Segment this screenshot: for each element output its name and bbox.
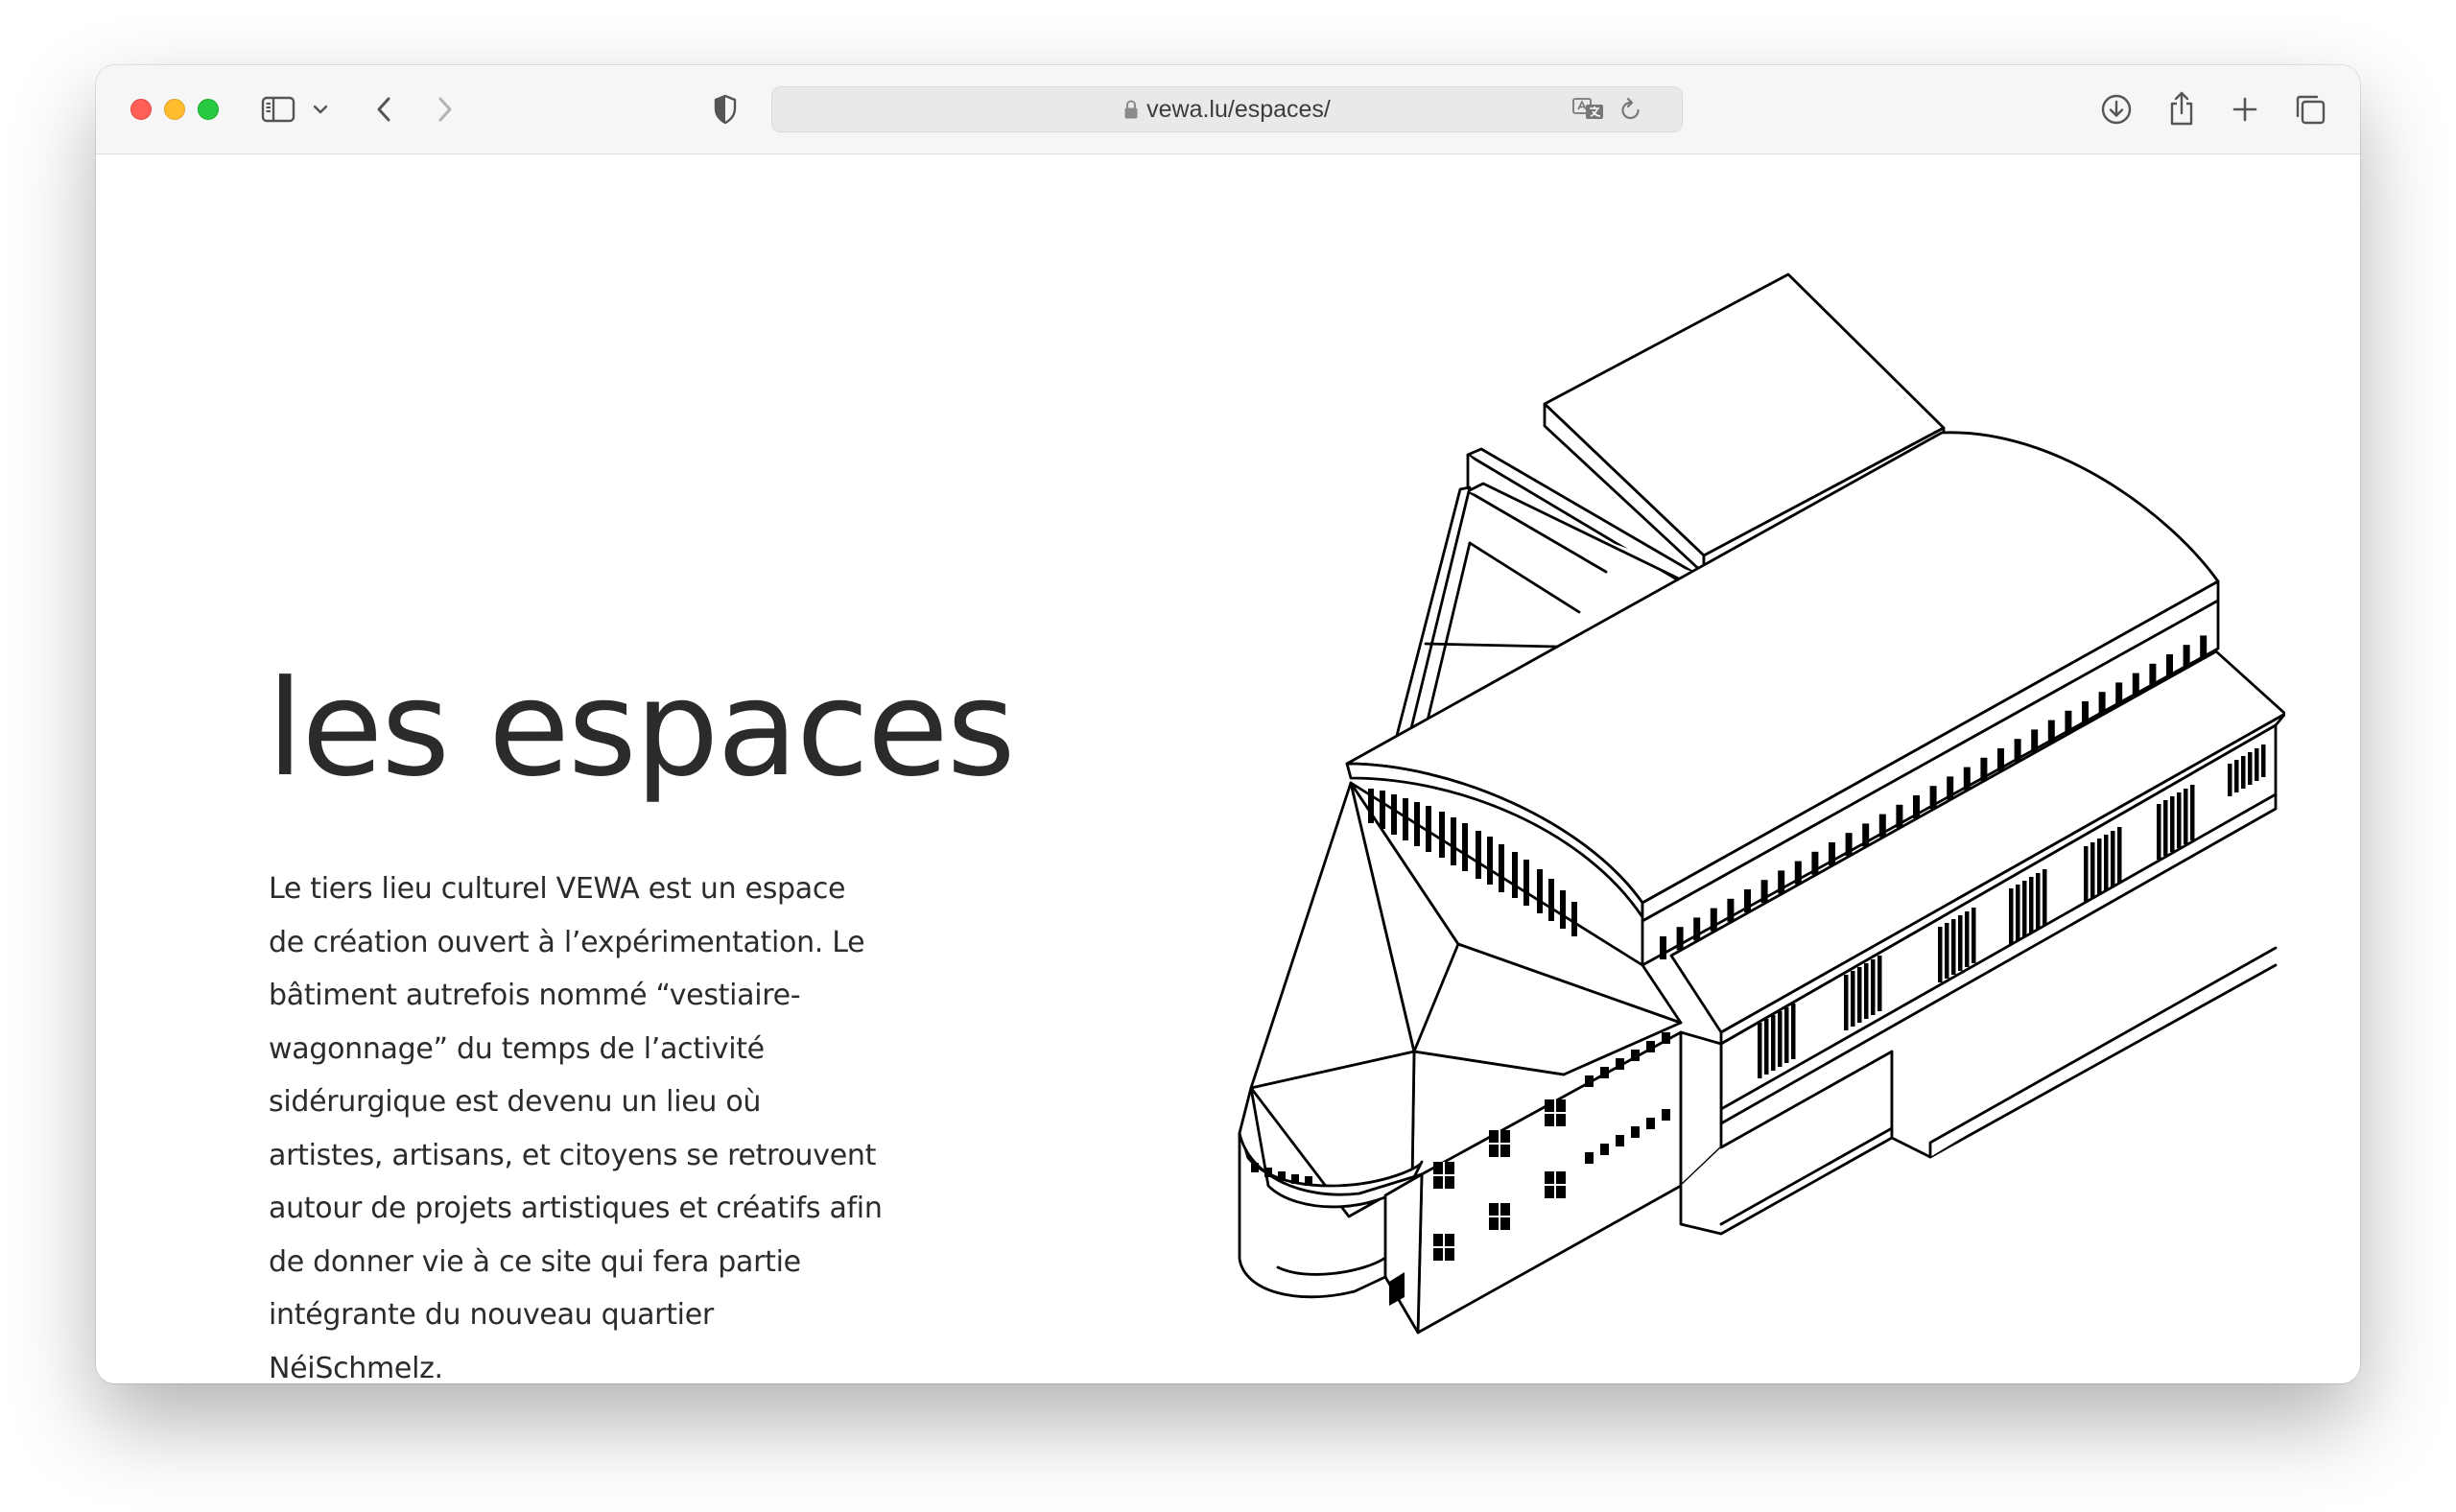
share-icon <box>2170 91 2193 126</box>
zoom-window-button[interactable] <box>198 99 219 120</box>
tab-overview-icon <box>2296 95 2326 125</box>
forward-icon <box>438 97 452 122</box>
url-text: vewa.lu/espaces/ <box>1146 95 1331 123</box>
address-bar[interactable]: vewa.lu/espaces/ <box>771 86 1683 132</box>
url-display[interactable]: vewa.lu/espaces/ <box>772 87 1682 131</box>
downloads-button[interactable] <box>2099 92 2134 127</box>
close-window-button[interactable] <box>130 99 152 120</box>
intro-paragraph: Le tiers lieu culturel VEWA est un espac… <box>269 872 883 1383</box>
translate-button[interactable] <box>1570 95 1607 124</box>
browser-window: vewa.lu/espaces/ les espaces Le tiers li… <box>96 65 2360 1383</box>
building-illustration <box>1238 272 2285 1335</box>
browser-toolbar: vewa.lu/espaces/ <box>96 65 2360 154</box>
privacy-report-button[interactable] <box>710 92 741 127</box>
page-content: les espaces Le tiers lieu culturel VEWA … <box>96 154 2360 1383</box>
back-button[interactable] <box>368 92 399 127</box>
back-icon <box>377 97 390 122</box>
forward-button[interactable] <box>430 92 460 127</box>
reload-icon <box>1621 97 1640 120</box>
new-tab-button[interactable] <box>2228 92 2262 127</box>
new-tab-icon <box>2232 97 2257 122</box>
translate-icon <box>1572 98 1603 119</box>
tab-overview-button[interactable] <box>2293 92 2327 127</box>
lock-icon <box>1123 99 1139 120</box>
share-button[interactable] <box>2164 88 2199 129</box>
minimize-window-button[interactable] <box>164 99 185 120</box>
sidebar-icon <box>261 96 295 123</box>
page-title: les espaces <box>267 651 1016 806</box>
reload-button[interactable] <box>1617 95 1645 124</box>
sidebar-toggle-button[interactable] <box>259 94 297 125</box>
sidebar-menu-button[interactable] <box>311 100 330 119</box>
chevron-down-icon <box>313 105 328 114</box>
download-icon <box>2101 94 2132 125</box>
privacy-shield-icon <box>714 94 737 125</box>
